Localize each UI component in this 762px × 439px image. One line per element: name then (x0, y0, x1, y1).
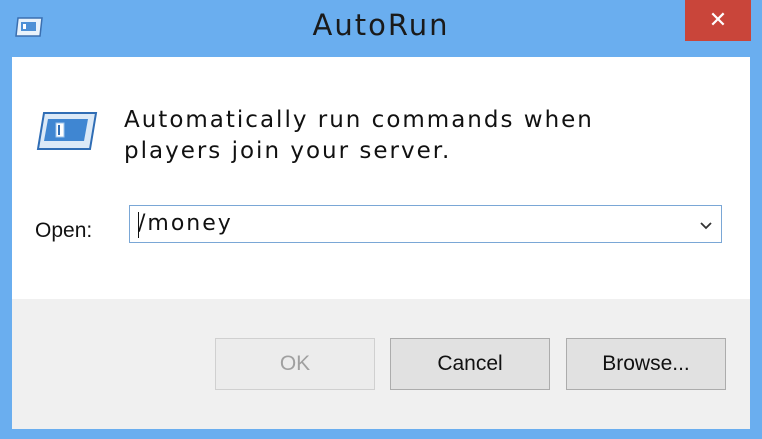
description-line-2: players join your server. (124, 138, 452, 164)
close-button[interactable]: ✕ (685, 0, 751, 41)
open-input[interactable]: /money (138, 211, 233, 236)
open-combobox[interactable]: /money (129, 205, 722, 243)
description-line-1: Automatically run commands when (124, 107, 594, 133)
chevron-down-icon[interactable] (699, 218, 713, 232)
window-title: AutoRun (312, 8, 450, 42)
ok-button[interactable]: OK (215, 338, 375, 390)
description: Automatically run commands when players … (124, 105, 684, 167)
close-icon: ✕ (708, 8, 728, 33)
open-label: Open: (35, 219, 93, 242)
button-bar: OK Cancel Browse... (12, 299, 750, 429)
dialog-body: Automatically run commands when players … (12, 57, 750, 299)
autorun-dialog: AutoRun ✕ Automatically run commands whe… (0, 0, 762, 439)
run-icon (36, 111, 98, 151)
browse-button[interactable]: Browse... (566, 338, 726, 390)
title-bar: AutoRun ✕ (0, 0, 762, 57)
cancel-button[interactable]: Cancel (390, 338, 550, 390)
